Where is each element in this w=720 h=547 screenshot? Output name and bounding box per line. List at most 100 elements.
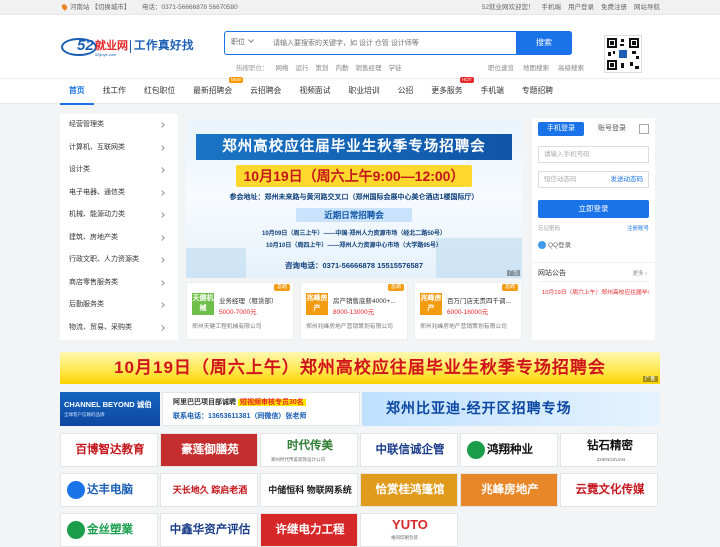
main-banner[interactable]: 郑州高校应往届毕业生秋季专场招聘会 10月19日（周六上午9:00—12:00）… bbox=[186, 120, 522, 278]
nav-find-job[interactable]: 找工作 bbox=[94, 79, 135, 105]
category-item[interactable]: 电子电器、通信类 bbox=[60, 182, 178, 205]
logo-ad[interactable]: 金丝塑業 bbox=[60, 513, 158, 547]
job-card[interactable]: 天健机械 业务经理（租赁部） 5000-7000元 郑州天健工程机械有限公司 急… bbox=[186, 282, 294, 340]
logo-ad[interactable]: 达丰电脑 bbox=[60, 473, 158, 507]
search-category-select[interactable]: 职位 bbox=[231, 32, 254, 54]
location: 河南站 【切换城市】 bbox=[60, 0, 130, 15]
category-item[interactable]: 机械、能源动力类 bbox=[60, 204, 178, 227]
send-code-button[interactable]: 发送动态码 bbox=[611, 172, 644, 187]
company-name: 郑州兆峰房地产营销策划有限公司 bbox=[420, 324, 507, 330]
wide-banner-ad[interactable]: 10月19日（周六上午）郑州高校应往届毕业生秋季专场招聘会 广告 bbox=[60, 352, 660, 384]
job-title: 业务经理（租赁部） bbox=[219, 298, 278, 305]
logo-ad[interactable]: 中鑫华资产评估 bbox=[160, 513, 258, 547]
logo-ad[interactable]: 恰赏桂鸿篷馆 bbox=[360, 473, 458, 507]
site-logo[interactable]: 52 就业网 52jiuye.com 工作真好找 bbox=[61, 37, 211, 57]
category-item[interactable]: 后勤服务类 bbox=[60, 294, 178, 317]
nav-red-packet-jobs[interactable]: 红包职位 bbox=[135, 79, 184, 105]
logo-slogan: 工作真好找 bbox=[134, 40, 194, 52]
sms-code-field[interactable]: 短信动态码 发送动态码 bbox=[538, 171, 649, 188]
switch-city-link[interactable]: 【切换城市】 bbox=[91, 4, 130, 11]
category-item[interactable]: 商店零售服务类 bbox=[60, 272, 178, 295]
logo-ad-text: YUTO bbox=[392, 517, 428, 532]
logo-ad[interactable]: 豪莲御膳苑 bbox=[160, 433, 258, 467]
nav-special-recruit[interactable]: 专题招聘 bbox=[513, 79, 562, 105]
job-browse-link[interactable]: 职位速览 bbox=[488, 62, 514, 72]
category-item[interactable]: 计算机、互联网类 bbox=[60, 137, 178, 160]
category-item[interactable]: 行政文职、人力资源类 bbox=[60, 249, 178, 272]
phone-placeholder: 请输入手机号码 bbox=[544, 151, 590, 158]
hot-search-item[interactable]: 学徒 bbox=[389, 62, 402, 72]
hot-search-item[interactable]: 内勤 bbox=[336, 62, 349, 72]
company-name: 郑州兆峰房地产营销策划有限公司 bbox=[306, 324, 393, 330]
ad-channel-beyond[interactable]: CHANNEL BEYOND 诚伯 全球客户信赖的品牌 bbox=[60, 392, 160, 426]
chevron-right-icon bbox=[159, 122, 165, 128]
nav-more-services[interactable]: 更多服务 HOT bbox=[422, 77, 474, 105]
wide-banner-text: 10月19日（周六上午）郑州高校应往届毕业生秋季专场招聘会 bbox=[114, 358, 606, 377]
job-card[interactable]: 兆峰房产 百万门店无责四千调... 6000-16000元 郑州兆峰房地产营销策… bbox=[414, 282, 522, 340]
search-input[interactable] bbox=[273, 35, 513, 51]
nav-home[interactable]: 首页 bbox=[60, 79, 94, 105]
tab-account-login[interactable]: 账号登录 bbox=[590, 122, 634, 136]
site-nav-link[interactable]: 网站导航 bbox=[634, 0, 660, 15]
category-item[interactable]: 设计类 bbox=[60, 159, 178, 182]
logo-ad[interactable]: 云霓文化传媒 bbox=[560, 473, 658, 507]
search-button[interactable]: 搜索 bbox=[516, 31, 572, 55]
divider bbox=[538, 281, 649, 282]
login-button[interactable]: 立即登录 bbox=[538, 200, 649, 218]
nav-public-recruit[interactable]: 公招 bbox=[389, 79, 423, 105]
logo-ad[interactable]: 天长地久 踪启老酒 bbox=[160, 473, 258, 507]
phone-field[interactable]: 请输入手机号码 bbox=[538, 146, 649, 163]
logo-ad[interactable]: 许继电力工程 bbox=[260, 513, 358, 547]
logo-ad[interactable]: 中联信诚企管 bbox=[360, 433, 458, 467]
mobile-link[interactable]: 手机端 bbox=[542, 0, 562, 15]
notice-item[interactable]: 10月19日（周六上午）郑州高校应往届毕业生秋季专场招聘会 bbox=[542, 287, 649, 296]
notice-more-link[interactable]: 更多 › bbox=[633, 269, 647, 277]
job-card[interactable]: 兆峰房产 房产销售底薪4000+... 8000-13000元 郑州兆峰房地产营… bbox=[300, 282, 408, 340]
logo-ad[interactable]: 百博智达教育 bbox=[60, 433, 158, 467]
ad-alibaba-recruit[interactable]: 阿里巴巴项目部诚聘 短视频审核专员30名 联系电话：13653611381（同微… bbox=[162, 392, 360, 426]
category-item[interactable]: 建筑、房地产类 bbox=[60, 227, 178, 250]
nav-video-interview[interactable]: 视频面试 bbox=[290, 79, 339, 105]
register-account-link[interactable]: 注册账号 bbox=[627, 224, 649, 232]
chevron-right-icon bbox=[159, 302, 165, 308]
hot-search-item[interactable]: 销售经理 bbox=[356, 62, 382, 72]
advanced-search-link[interactable]: 高级搜索 bbox=[558, 62, 584, 72]
logo-ad[interactable]: 鸿翔种业 bbox=[460, 433, 558, 467]
hot-search-item[interactable]: 运行 bbox=[296, 62, 309, 72]
chevron-right-icon bbox=[159, 257, 165, 263]
nav-cloud-fair[interactable]: 云招聘会 bbox=[241, 79, 290, 105]
hot-search-item[interactable]: 网络 bbox=[276, 62, 289, 72]
register-link[interactable]: 免费注册 bbox=[601, 0, 627, 15]
nav-mobile[interactable]: 手机端 bbox=[472, 79, 513, 105]
job-salary: 5000-7000元 bbox=[219, 309, 257, 316]
hot-search-item[interactable]: 策划 bbox=[316, 62, 329, 72]
nav-label: 视频面试 bbox=[299, 86, 331, 95]
nav-training[interactable]: 职业培训 bbox=[340, 79, 389, 105]
logo-ad[interactable]: 时代传美 郑州时代传美装饰设计公司 bbox=[260, 433, 358, 467]
map-search-link[interactable]: 地图搜索 bbox=[523, 62, 549, 72]
category-label: 建筑、房地产类 bbox=[69, 233, 118, 241]
nav-latest-fairs[interactable]: 最新招聘会 NEW bbox=[184, 77, 244, 105]
tab-phone-login[interactable]: 手机登录 bbox=[538, 122, 584, 136]
logo-ad[interactable]: 钻石精密 ZHENGZUAN bbox=[560, 433, 658, 467]
logo-ad-text: 达丰电脑 bbox=[87, 484, 133, 496]
logo-ad[interactable]: YUTO 裕同印刷包装 bbox=[360, 513, 458, 547]
logo-ad-text: 中储恒科 物联网系统 bbox=[268, 485, 352, 495]
logo-ad[interactable]: 兆峰房地产 bbox=[460, 473, 558, 507]
qq-login[interactable]: QQ登录 bbox=[538, 239, 571, 249]
logo-ad[interactable]: 中储恒科 物联网系统 bbox=[260, 473, 358, 507]
chevron-right-icon bbox=[159, 189, 165, 196]
top-bar: 河南站 【切换城市】 电话：0371-56666878 56670580 52就… bbox=[0, 0, 720, 15]
ad-byd-recruit[interactable]: 郑州比亚迪-经开区招聘专场 bbox=[362, 392, 660, 426]
category-label: 电子电器、通信类 bbox=[69, 188, 125, 196]
user-login-link[interactable]: 用户登录 bbox=[568, 0, 594, 15]
forgot-password-link[interactable]: 忘记密码 bbox=[538, 226, 560, 232]
banner-schedule-line: 10月09日（周三上午）——中国·郑州人力资源市场（经北二路50号） bbox=[261, 231, 447, 237]
ad-tag: 广告 bbox=[507, 270, 520, 276]
category-item[interactable]: 经营管理类 bbox=[60, 114, 178, 137]
nav-label: 专题招聘 bbox=[521, 86, 554, 95]
company-logo: 天健机械 bbox=[192, 293, 214, 315]
category-item[interactable]: 物流、贸易、采购类 bbox=[60, 317, 178, 340]
qr-login-icon[interactable] bbox=[639, 124, 649, 134]
code-placeholder: 短信动态码 bbox=[544, 176, 577, 183]
